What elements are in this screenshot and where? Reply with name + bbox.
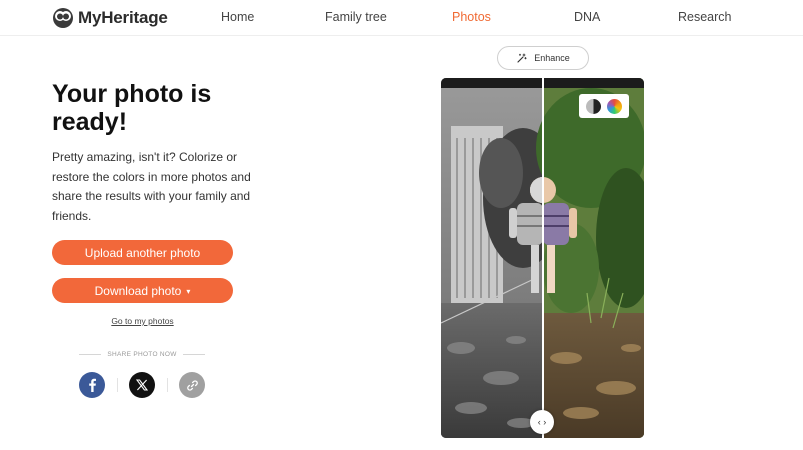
page-title: Your photo is ready! xyxy=(52,80,212,136)
nav-family-tree[interactable]: Family tree xyxy=(325,10,387,24)
chevron-left-right-icon: ‹ › xyxy=(537,417,547,427)
facebook-icon xyxy=(89,378,96,392)
page-description: Pretty amazing, isn't it? Colorize or re… xyxy=(52,150,251,223)
copy-link-button[interactable] xyxy=(179,372,205,398)
nav-research[interactable]: Research xyxy=(678,10,732,24)
go-to-my-photos-link[interactable]: Go to my photos xyxy=(52,316,233,326)
link-icon xyxy=(186,379,198,391)
photo-comparison-viewer[interactable] xyxy=(441,78,644,438)
nav-home[interactable]: Home xyxy=(221,10,254,24)
nav-dna[interactable]: DNA xyxy=(574,10,600,24)
nav-photos[interactable]: Photos xyxy=(452,10,491,24)
myheritage-logo-icon xyxy=(53,8,73,28)
divider xyxy=(167,378,168,392)
myheritage-logo[interactable]: MyHeritage xyxy=(52,7,168,29)
black-and-white-icon[interactable] xyxy=(586,98,601,114)
enhance-label: Enhance xyxy=(534,53,570,63)
divider xyxy=(117,378,118,392)
divider xyxy=(182,354,206,355)
download-photo-button[interactable]: Download photo ▾ xyxy=(52,278,233,303)
share-section-label: SHARE PHOTO NOW xyxy=(79,351,206,358)
color-mode-toggle xyxy=(579,94,629,118)
chevron-down-icon: ▾ xyxy=(186,286,191,296)
magic-wand-icon xyxy=(517,53,527,63)
enhance-button[interactable]: Enhance xyxy=(497,46,589,70)
restored-photo-image xyxy=(441,78,644,438)
upload-button-label: Upload another photo xyxy=(84,245,201,260)
divider xyxy=(79,354,102,355)
compare-slider-handle[interactable]: ‹ › xyxy=(530,410,554,434)
download-button-label: Download photo xyxy=(94,283,182,298)
color-icon[interactable] xyxy=(607,98,622,114)
share-label-text: SHARE PHOTO NOW xyxy=(107,351,177,358)
x-icon xyxy=(136,379,148,391)
x-share-button[interactable] xyxy=(129,372,155,398)
upload-another-photo-button[interactable]: Upload another photo xyxy=(52,240,233,265)
facebook-share-button[interactable] xyxy=(79,372,105,398)
top-header: MyHeritage Home Family tree Photos DNA R… xyxy=(0,0,803,36)
logo-text: MyHeritage xyxy=(78,8,168,27)
